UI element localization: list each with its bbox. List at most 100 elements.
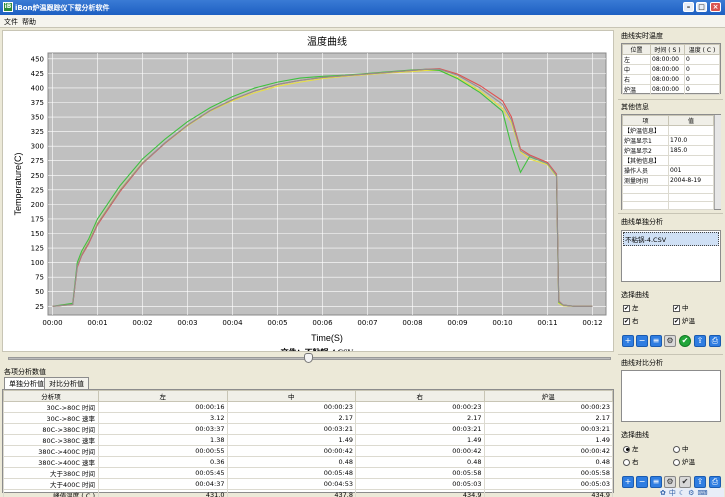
compare-select-title: 选择曲线 bbox=[621, 431, 649, 439]
ime-chinese[interactable]: 中 bbox=[669, 489, 679, 497]
table-cell: 0.48 bbox=[483, 456, 613, 468]
y-tick-label: 275 bbox=[31, 157, 44, 165]
print-icon[interactable]: ⎙ bbox=[709, 476, 721, 488]
ime-icon[interactable]: ⌨ bbox=[697, 489, 710, 497]
x-axis-label: Time(S) bbox=[311, 333, 343, 343]
y-tick-label: 200 bbox=[31, 201, 44, 209]
radio-left[interactable]: 左 bbox=[623, 443, 639, 453]
table-row[interactable]: 30C->80C 速率 3.12 2.17 2.17 2.17 bbox=[3, 412, 613, 424]
close-button[interactable]: × bbox=[710, 2, 721, 12]
column-header[interactable]: 右 bbox=[355, 390, 485, 402]
table-row[interactable]: 测量时间 2004-8-19 bbox=[622, 175, 714, 186]
column-header[interactable]: 分析项 bbox=[3, 390, 99, 402]
radio-middle-dot[interactable] bbox=[673, 445, 680, 453]
table-row[interactable]: 【其他信息】 bbox=[622, 155, 714, 166]
column-header[interactable]: 项 bbox=[622, 115, 669, 126]
checkbox-middle[interactable]: ✔ 中 bbox=[673, 302, 689, 312]
column-header[interactable]: 中 bbox=[226, 390, 356, 402]
table-row[interactable]: 380C->400C 时间 00:00:55 00:00:42 00:00:42 00:… bbox=[3, 445, 613, 457]
radio-right[interactable]: 右 bbox=[623, 456, 639, 466]
checkbox-middle-box[interactable]: ✔ bbox=[673, 304, 680, 312]
y-tick-label: 350 bbox=[31, 114, 44, 122]
file-list-item[interactable]: 不粘锅-4.CSV bbox=[623, 232, 719, 246]
ok-icon[interactable]: ✔ bbox=[679, 335, 691, 347]
table-row[interactable]: 左 08:00:00 0 bbox=[622, 54, 720, 65]
list-icon[interactable]: ≡ bbox=[650, 335, 662, 347]
time-slider-thumb[interactable] bbox=[304, 353, 313, 363]
radio-label: 中 bbox=[682, 445, 689, 453]
checkbox-right[interactable]: ✔ 右 bbox=[623, 315, 639, 325]
table-row[interactable] bbox=[622, 193, 714, 202]
table-cell: 2.17 bbox=[226, 412, 356, 424]
paw-icon[interactable]: ✿ bbox=[660, 489, 669, 497]
radio-left-dot[interactable] bbox=[623, 445, 630, 453]
table-cell: 08:00:00 bbox=[650, 54, 685, 65]
print-icon[interactable]: ⎙ bbox=[709, 335, 721, 347]
add-icon[interactable]: + bbox=[622, 476, 634, 488]
column-header[interactable]: 左 bbox=[98, 390, 228, 402]
column-header[interactable]: 温度 ( C ) bbox=[684, 44, 720, 55]
table-row[interactable]: 炉温 08:00:00 0 bbox=[622, 84, 720, 95]
list-icon[interactable]: ≡ bbox=[650, 476, 662, 488]
file-list: 不粘锅-4.CSV bbox=[621, 230, 721, 282]
column-header[interactable]: 时间 ( S ) bbox=[650, 44, 685, 55]
menu-file[interactable]: 文件 bbox=[4, 17, 18, 27]
table-cell: 0 bbox=[684, 54, 720, 65]
settings-icon[interactable]: ⚙ bbox=[664, 476, 676, 488]
y-tick-label: 100 bbox=[31, 259, 44, 267]
table-cell: 0 bbox=[684, 74, 720, 85]
table-cell: 中 bbox=[622, 64, 651, 75]
radio-right-dot[interactable] bbox=[623, 458, 630, 466]
table-cell: 右 bbox=[622, 74, 651, 85]
export-icon[interactable]: ⇪ bbox=[694, 335, 706, 347]
table-row[interactable]: 【炉温信息】 bbox=[622, 125, 714, 136]
checkbox-left[interactable]: ✔ 左 bbox=[623, 302, 639, 312]
moon-icon[interactable]: ☾ bbox=[679, 489, 688, 497]
tab-compare-analysis[interactable]: 对比分析值 bbox=[44, 377, 89, 389]
table-row[interactable]: 30C->80C 时间 00:00:16 00:00:23 00:00:23 00:00… bbox=[3, 401, 613, 413]
table-cell: 00:00:16 bbox=[98, 401, 228, 413]
column-header[interactable]: 炉温 bbox=[483, 390, 613, 402]
table-row[interactable]: 80C->380C 速率 1.38 1.49 1.49 1.49 bbox=[3, 434, 613, 446]
ok-icon[interactable]: ✔ bbox=[679, 476, 691, 488]
table-cell: 185.0 bbox=[668, 145, 714, 156]
checkbox-left-box[interactable]: ✔ bbox=[623, 304, 630, 312]
table-cell: 170.0 bbox=[668, 135, 714, 146]
table-row[interactable]: 炉温显示1 170.0 bbox=[622, 135, 714, 146]
radio-furnace-dot[interactable] bbox=[673, 458, 680, 466]
table-row[interactable]: 炉温显示2 185.0 bbox=[622, 145, 714, 156]
add-icon[interactable]: + bbox=[622, 335, 634, 347]
table-row[interactable]: 大于380C 时间 00:05:45 00:05:48 00:05:58 00:05:5… bbox=[3, 467, 613, 479]
radio-furnace[interactable]: 炉温 bbox=[673, 456, 695, 466]
remove-icon[interactable]: − bbox=[636, 476, 648, 488]
single-analysis-title: 曲线单独分析 bbox=[621, 218, 663, 226]
radio-middle[interactable]: 中 bbox=[673, 443, 689, 453]
other-info-scrollbar[interactable] bbox=[714, 115, 721, 209]
table-row[interactable]: 峰值温度 ( C ) 431.0 437.8 434.9 434.9 bbox=[3, 489, 613, 497]
table-row[interactable]: 大于400C 时间 00:04:37 00:04:53 00:05:03 00:05:0… bbox=[3, 478, 613, 490]
column-header[interactable]: 位置 bbox=[622, 44, 651, 55]
table-row[interactable]: 右 08:00:00 0 bbox=[622, 74, 720, 85]
table-cell: 大于400C 时间 bbox=[3, 478, 99, 490]
checkbox-furnace[interactable]: ✔ 炉温 bbox=[673, 315, 695, 325]
checkbox-right-box[interactable]: ✔ bbox=[623, 317, 630, 325]
menu-help[interactable]: 帮助 bbox=[22, 17, 36, 27]
table-row[interactable]: 80C->380C 时间 00:03:37 00:03:21 00:03:21 00:0… bbox=[3, 423, 613, 435]
column-header[interactable]: 值 bbox=[668, 115, 714, 126]
table-row[interactable]: 380C->400C 速率 0.36 0.48 0.48 0.48 bbox=[3, 456, 613, 468]
remove-icon[interactable]: − bbox=[636, 335, 648, 347]
minimize-button[interactable]: – bbox=[683, 2, 694, 12]
table-row[interactable] bbox=[622, 201, 714, 210]
table-cell: 【其他信息】 bbox=[622, 155, 669, 166]
x-tick-label: 00:10 bbox=[492, 319, 512, 327]
table-cell: 431.0 bbox=[98, 489, 228, 497]
table-row[interactable] bbox=[622, 185, 714, 194]
settings-icon[interactable]: ⚙ bbox=[664, 335, 676, 347]
table-row[interactable]: 中 08:00:00 0 bbox=[622, 64, 720, 75]
checkbox-furnace-box[interactable]: ✔ bbox=[673, 317, 680, 325]
maximize-button[interactable]: □ bbox=[696, 2, 707, 12]
compare-file-list[interactable] bbox=[621, 370, 721, 422]
export-icon[interactable]: ⇪ bbox=[694, 476, 706, 488]
tab-single-analysis[interactable]: 单独分析值 bbox=[4, 377, 49, 389]
table-row[interactable]: 操作人员 001 bbox=[622, 165, 714, 176]
